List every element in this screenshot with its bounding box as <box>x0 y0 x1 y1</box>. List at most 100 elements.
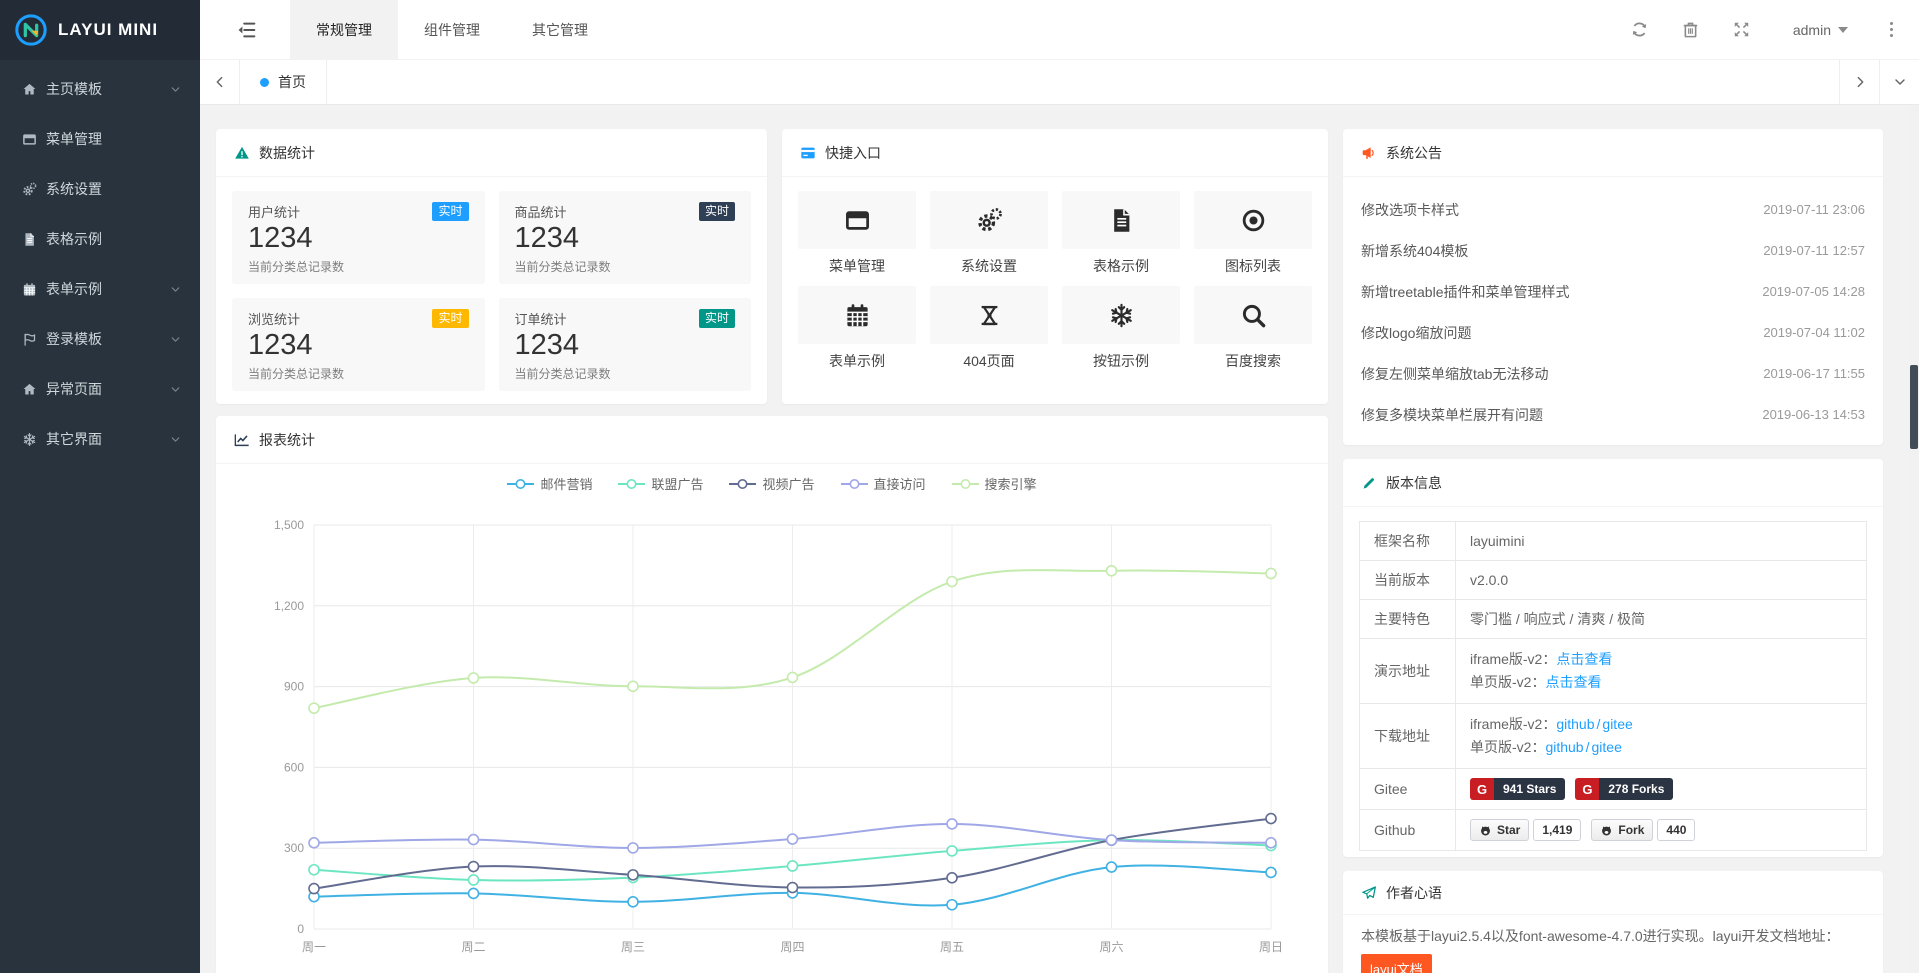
page-tabbar: 首页 <box>200 60 1919 105</box>
data-point-marker <box>788 672 798 682</box>
dot-circle-icon <box>1240 207 1267 234</box>
snowflake-icon <box>1108 302 1135 329</box>
stat-box-views: 浏览统计实时 1234 当前分类总记录数 <box>232 298 485 391</box>
legend-item[interactable]: 联盟广告 <box>618 474 703 493</box>
chevron-down-icon <box>169 333 182 346</box>
sidebar-item-form-example[interactable]: 表单示例 <box>0 264 200 314</box>
tabs-scroll-left-button[interactable] <box>200 60 240 104</box>
fullscreen-icon[interactable] <box>1732 20 1751 39</box>
sidebar-item-system-settings[interactable]: 系统设置 <box>0 164 200 214</box>
shortcut-button-example[interactable]: 按钮示例 <box>1062 286 1180 371</box>
shortcut-menu-management[interactable]: 菜单管理 <box>798 191 916 276</box>
tabbar-spacer <box>327 60 1839 104</box>
download-link-github[interactable]: github <box>1545 739 1583 755</box>
status-badge: 实时 <box>699 202 735 220</box>
stat-box-products: 商品统计实时 1234 当前分类总记录数 <box>499 191 752 284</box>
table-row: 下载地址 iframe版-v2：github/gitee 单页版-v2：gith… <box>1360 704 1867 769</box>
github-star-button[interactable]: Star <box>1470 819 1529 841</box>
github-fork-count[interactable]: 440 <box>1657 819 1695 841</box>
chevron-down-icon <box>169 283 182 296</box>
line-chart-icon <box>234 432 250 448</box>
svg-text:1,500: 1,500 <box>274 518 304 532</box>
data-point-marker <box>309 865 319 875</box>
chevron-left-icon <box>212 74 228 90</box>
data-point-marker <box>1107 835 1117 845</box>
legend-item[interactable]: 视频广告 <box>729 474 814 493</box>
header-menu-tabs: 常规管理 组件管理 其它管理 <box>290 0 614 60</box>
window-icon <box>844 207 871 234</box>
main-content: 数据统计 用户统计实时 1234 当前分类总记录数 商品统计实时 1234 当前… <box>200 105 1909 973</box>
download-link-gitee[interactable]: gitee <box>1602 716 1632 732</box>
chevron-down-icon <box>169 83 182 96</box>
demo-link-iframe[interactable]: 点击查看 <box>1556 651 1612 667</box>
demo-link-spa[interactable]: 点击查看 <box>1545 674 1601 690</box>
menu-tab-components[interactable]: 组件管理 <box>398 0 506 60</box>
shortcut-system-settings[interactable]: 系统设置 <box>930 191 1048 276</box>
user-dropdown[interactable]: admin <box>1793 22 1848 38</box>
sidebar-item-menu-management[interactable]: 菜单管理 <box>0 114 200 164</box>
gears-icon <box>976 207 1003 234</box>
status-badge: 实时 <box>699 309 735 327</box>
legend-item[interactable]: 搜索引擎 <box>952 474 1037 493</box>
svg-text:周六: 周六 <box>1099 940 1123 954</box>
logo[interactable]: LAYUI MINI <box>0 0 200 60</box>
menu-tab-other[interactable]: 其它管理 <box>506 0 614 60</box>
layui-docs-badge[interactable]: layui文档 <box>1361 954 1432 973</box>
sidebar-item-table-example[interactable]: 表格示例 <box>0 214 200 264</box>
gitee-forks-badge[interactable]: G 278 Forks <box>1575 778 1673 800</box>
chart-axis-labels: 03006009001,2001,500周一周二周三周四周五周六周日 <box>274 518 1283 954</box>
github-star-count[interactable]: 1,419 <box>1533 819 1581 841</box>
svg-text:周四: 周四 <box>780 940 804 954</box>
tabs-menu-button[interactable] <box>1879 60 1919 104</box>
file-text-icon <box>1108 207 1135 234</box>
legend-marker-icon <box>952 478 979 490</box>
sidebar-item-home-template[interactable]: 主页模板 <box>0 64 200 114</box>
svg-text:1,200: 1,200 <box>274 599 304 613</box>
data-point-marker <box>469 673 479 683</box>
collapse-sidebar-icon[interactable] <box>236 19 258 41</box>
more-vertical-icon[interactable] <box>1886 18 1897 41</box>
stat-value: 1234 <box>515 223 736 255</box>
shortcut-form-example[interactable]: 表单示例 <box>798 286 916 371</box>
github-fork-button[interactable]: Fork <box>1591 819 1653 841</box>
gitee-stars-badge[interactable]: G 941 Stars <box>1470 778 1565 800</box>
legend-item[interactable]: 邮件营销 <box>507 474 592 493</box>
announcement-item[interactable]: 修复多模块菜单栏展开有问题 2019-06-13 14:53 <box>1361 394 1865 435</box>
stat-value: 1234 <box>248 330 469 362</box>
window-icon <box>22 132 37 147</box>
announcement-item[interactable]: 修复左侧菜单缩放tab无法移动 2019-06-17 11:55 <box>1361 353 1865 394</box>
data-point-marker <box>628 843 638 853</box>
tabs-scroll-right-button[interactable] <box>1839 60 1879 104</box>
sidebar-item-error-pages[interactable]: 异常页面 <box>0 364 200 414</box>
announcement-item[interactable]: 修改选项卡样式 2019-07-11 23:06 <box>1361 189 1865 230</box>
data-point-marker <box>309 703 319 713</box>
data-point-marker <box>947 900 957 910</box>
scrollbar-thumb[interactable] <box>1910 365 1918 449</box>
legend-marker-icon <box>729 478 756 490</box>
svg-text:周一: 周一 <box>302 940 326 954</box>
data-point-marker <box>788 883 798 893</box>
download-link-github[interactable]: github <box>1556 716 1594 732</box>
shortcut-icon-list[interactable]: 图标列表 <box>1194 191 1312 276</box>
announcement-item[interactable]: 修改logo缩放问题 2019-07-04 11:02 <box>1361 312 1865 353</box>
table-row: 主要特色 零门槛 / 响应式 / 清爽 / 极简 <box>1360 600 1867 639</box>
gitee-icon: G <box>1575 778 1599 800</box>
announcement-item[interactable]: 新增系统404模板 2019-07-11 12:57 <box>1361 230 1865 271</box>
legend-item[interactable]: 直接访问 <box>841 474 926 493</box>
menu-tab-general[interactable]: 常规管理 <box>290 0 398 60</box>
shortcut-404-page[interactable]: 404页面 <box>930 286 1048 371</box>
shortcut-table-example[interactable]: 表格示例 <box>1062 191 1180 276</box>
gears-icon <box>22 182 37 197</box>
chevron-right-icon <box>1852 74 1868 90</box>
tab-home[interactable]: 首页 <box>240 60 327 104</box>
data-point-marker <box>309 884 319 894</box>
card-header: 版本信息 <box>1343 459 1883 507</box>
shortcut-baidu-search[interactable]: 百度搜索 <box>1194 286 1312 371</box>
refresh-icon[interactable] <box>1630 20 1649 39</box>
sidebar-item-other-ui[interactable]: 其它界面 <box>0 414 200 464</box>
download-link-gitee[interactable]: gitee <box>1592 739 1622 755</box>
data-statistics-card: 数据统计 用户统计实时 1234 当前分类总记录数 商品统计实时 1234 当前… <box>216 129 767 404</box>
trash-icon[interactable] <box>1681 20 1700 39</box>
sidebar-item-login-template[interactable]: 登录模板 <box>0 314 200 364</box>
announcement-item[interactable]: 新增treetable插件和菜单管理样式 2019-07-05 14:28 <box>1361 271 1865 312</box>
